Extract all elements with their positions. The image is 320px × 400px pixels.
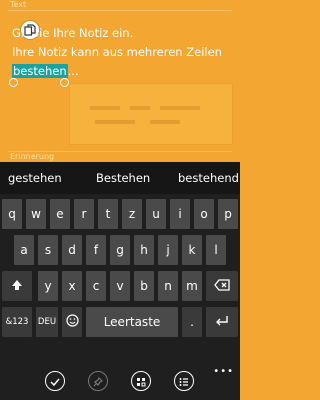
key-s[interactable]: s xyxy=(38,235,58,265)
enter-icon xyxy=(215,315,229,330)
palette-icon xyxy=(136,372,146,391)
list-button[interactable] xyxy=(174,371,194,391)
key-f[interactable]: f xyxy=(86,235,106,265)
note-line-3: bestehen... xyxy=(12,64,79,78)
check-icon xyxy=(50,372,60,391)
key-a[interactable]: a xyxy=(14,235,34,265)
note-text[interactable]: Gn Sie Ihre Notiz ein. Ihre Notiz kann a… xyxy=(12,24,232,81)
note-editor[interactable]: Text Gn Sie Ihre Notiz ein. Ihre Notiz k… xyxy=(0,0,240,161)
key-t[interactable]: t xyxy=(98,199,118,229)
selected-text[interactable]: bestehen xyxy=(12,64,68,78)
save-button[interactable] xyxy=(45,371,65,391)
keyboard-row-2: a s d f g h j k l xyxy=(0,235,240,265)
emoji-icon xyxy=(65,314,79,330)
keyboard-row-1: q w e r t z u i o p xyxy=(0,199,240,229)
list-icon xyxy=(179,372,189,391)
key-p[interactable]: p xyxy=(218,199,238,229)
key-u[interactable]: u xyxy=(146,199,166,229)
key-l[interactable]: l xyxy=(206,235,226,265)
note-line-1: Gn Sie Ihre Notiz ein. xyxy=(12,26,134,40)
key-e[interactable]: e xyxy=(50,199,70,229)
color-button[interactable] xyxy=(131,371,151,391)
text-field-label: Text xyxy=(10,0,27,9)
numbers-key[interactable]: &123 xyxy=(2,307,32,337)
key-r[interactable]: r xyxy=(74,199,94,229)
shift-key[interactable] xyxy=(2,271,32,301)
key-x[interactable]: x xyxy=(62,271,82,301)
keyboard-row-3: y x c v b n m xyxy=(0,271,240,301)
suggestion-3[interactable]: bestehend xyxy=(178,171,239,185)
key-b[interactable]: b xyxy=(134,271,154,301)
key-k[interactable]: k xyxy=(182,235,202,265)
key-m[interactable]: m xyxy=(182,271,202,301)
note-line-2: Ihre Notiz kann aus mehreren Zeilen xyxy=(12,45,222,59)
pin-icon xyxy=(93,372,104,391)
key-q[interactable]: q xyxy=(2,199,22,229)
more-options-icon[interactable]: ••• xyxy=(213,366,234,377)
reminder-label: Erinnerung xyxy=(10,152,55,161)
key-j[interactable]: j xyxy=(158,235,178,265)
key-y[interactable]: y xyxy=(38,271,58,301)
key-o[interactable]: o xyxy=(194,199,214,229)
word-suggestions: gestehen Bestehen bestehend xyxy=(0,162,240,194)
key-c[interactable]: c xyxy=(86,271,106,301)
key-z[interactable]: z xyxy=(122,199,142,229)
enter-key[interactable] xyxy=(206,307,238,337)
key-i[interactable]: i xyxy=(170,199,190,229)
keyboard-row-4: &123 DEU Leertaste . xyxy=(0,307,240,337)
shift-icon xyxy=(11,279,23,294)
copy-button[interactable] xyxy=(21,21,39,39)
period-key[interactable]: . xyxy=(182,307,202,337)
selection-end-handle[interactable] xyxy=(60,78,69,87)
key-w[interactable]: w xyxy=(26,199,46,229)
suggestion-2[interactable]: Bestehen xyxy=(96,171,150,185)
text-field-divider xyxy=(8,10,232,11)
emoji-key[interactable] xyxy=(62,307,82,337)
key-h[interactable]: h xyxy=(134,235,154,265)
space-key[interactable]: Leertaste xyxy=(86,307,178,337)
note-paper-decoration xyxy=(70,84,232,144)
key-g[interactable]: g xyxy=(110,235,130,265)
pin-button[interactable] xyxy=(88,371,108,391)
selection-start-handle[interactable] xyxy=(9,78,18,87)
language-key[interactable]: DEU xyxy=(36,307,58,337)
key-d[interactable]: d xyxy=(62,235,82,265)
suggestion-1[interactable]: gestehen xyxy=(8,171,62,185)
backspace-icon xyxy=(214,278,230,294)
application-bar: ••• xyxy=(0,362,240,400)
key-v[interactable]: v xyxy=(110,271,130,301)
backspace-key[interactable] xyxy=(206,271,238,301)
key-n[interactable]: n xyxy=(158,271,178,301)
